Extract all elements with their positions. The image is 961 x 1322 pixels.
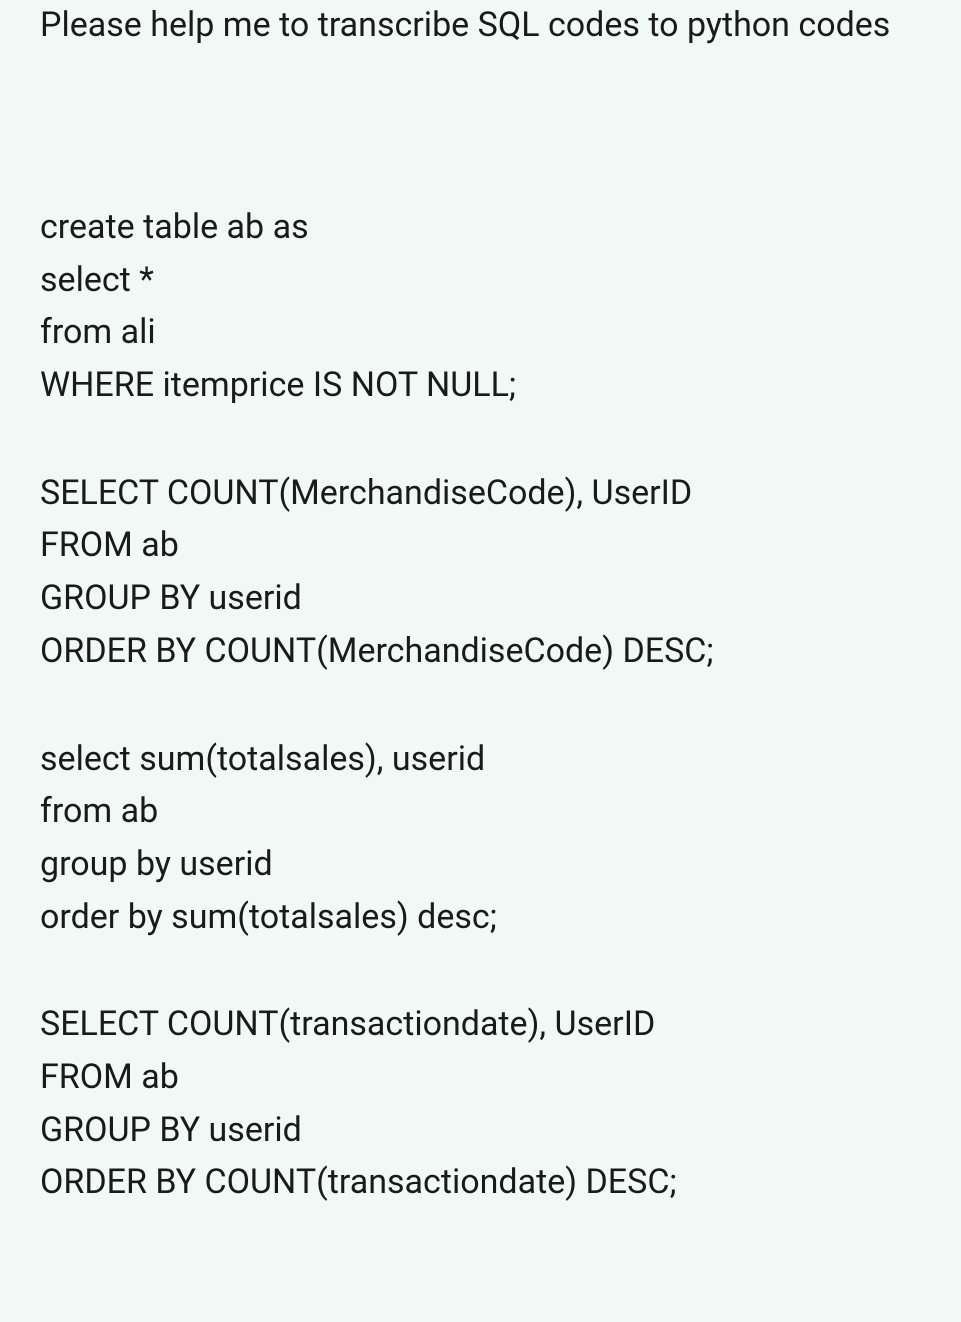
sql-block-4: SELECT COUNT(transactiondate), UserID FR…	[40, 998, 921, 1209]
intro-text: Please help me to transcribe SQL codes t…	[40, 0, 921, 51]
sql-block-2: SELECT COUNT(MerchandiseCode), UserID FR…	[40, 467, 921, 678]
sql-block-1: create table ab as select * from ali WHE…	[40, 201, 921, 412]
sql-block-3: select sum(totalsales), userid from ab g…	[40, 733, 921, 944]
